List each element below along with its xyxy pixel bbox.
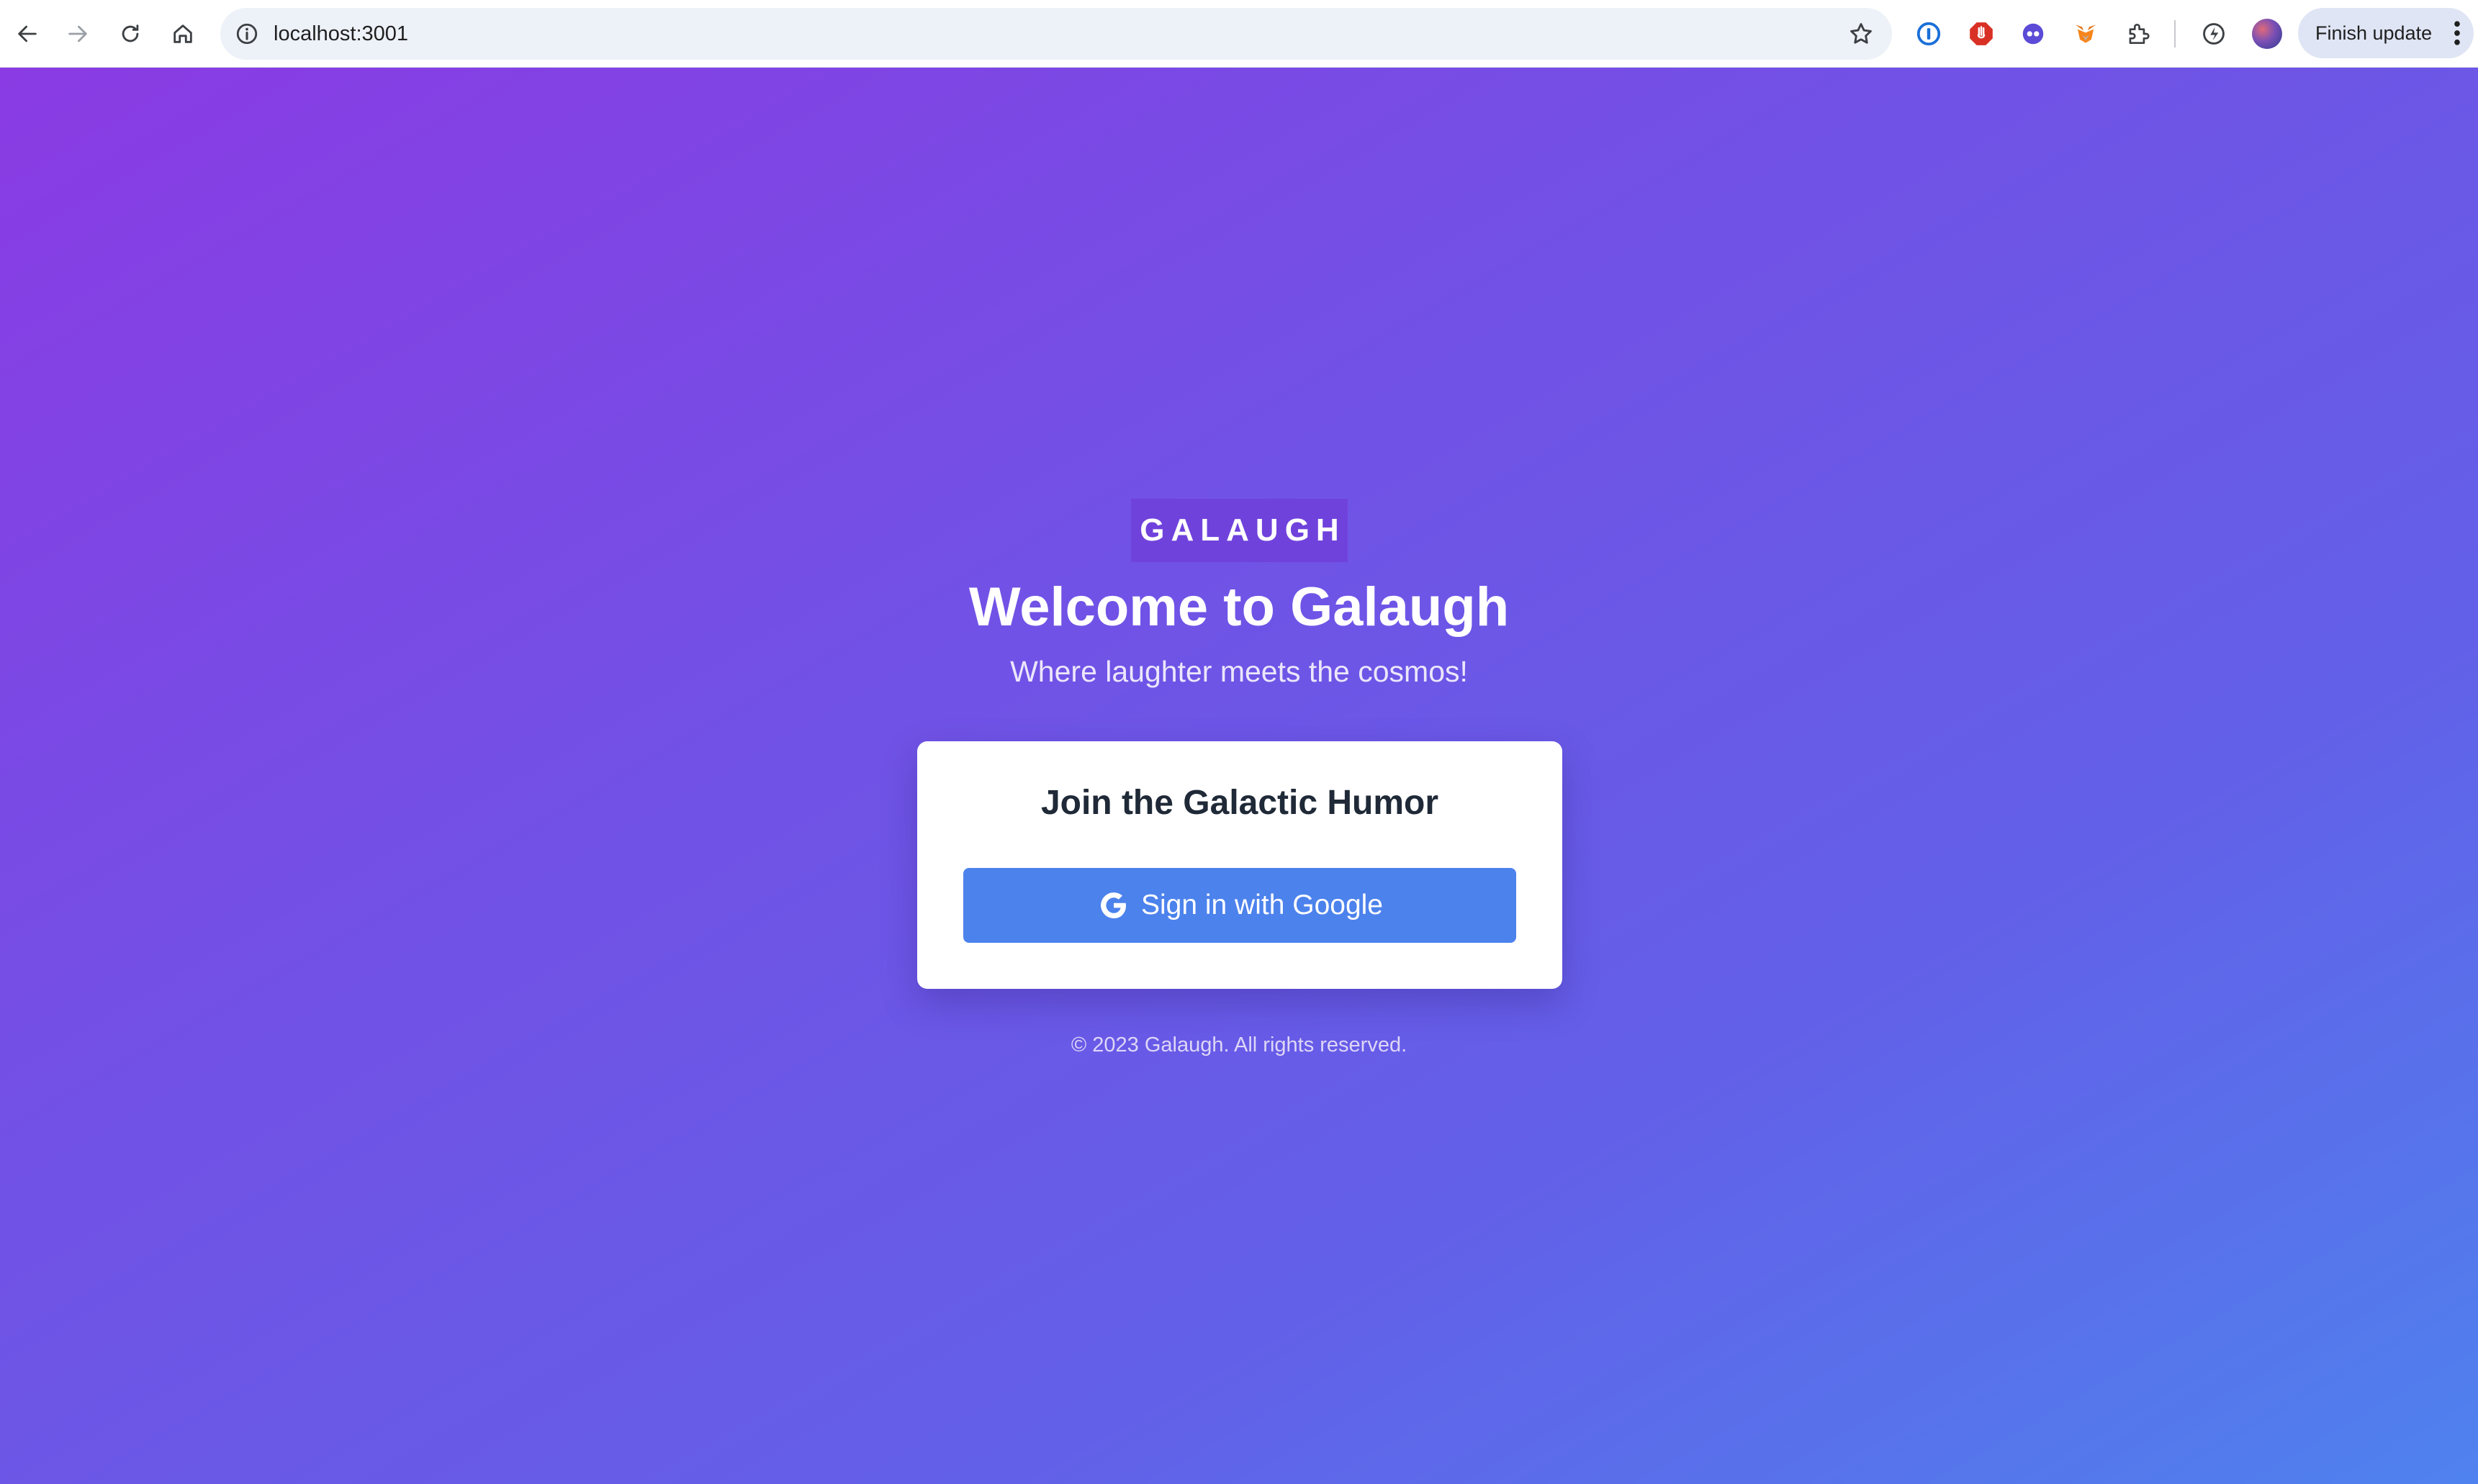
dark-reader-icon bbox=[2022, 23, 2044, 45]
metamask-extension[interactable] bbox=[2069, 17, 2102, 50]
finish-update-button[interactable]: Finish update bbox=[2298, 8, 2474, 58]
puzzle-icon bbox=[2129, 24, 2150, 45]
performance-icon bbox=[2203, 23, 2225, 45]
metamask-icon bbox=[2075, 24, 2096, 43]
home-button[interactable] bbox=[164, 15, 202, 53]
more-vert-icon bbox=[2454, 21, 2460, 45]
performance-button[interactable] bbox=[2197, 17, 2230, 50]
adblock-icon bbox=[1970, 22, 1993, 45]
browser-toolbar: localhost:3001 Finish update bbox=[0, 0, 2478, 68]
sign-in-card: Join the Galactic Humor Sign in with Goo… bbox=[917, 741, 1562, 989]
reload-button[interactable] bbox=[112, 15, 149, 53]
toolbar-divider bbox=[2174, 20, 2176, 47]
reload-icon bbox=[122, 24, 139, 42]
sign-in-label: Sign in with Google bbox=[1140, 890, 1384, 920]
page-background: GALAUGH Welcome to Galaugh Where laughte… bbox=[0, 68, 2478, 1484]
adblock-extension[interactable] bbox=[1965, 17, 1998, 50]
1password-icon bbox=[1916, 22, 1941, 46]
google-g-icon bbox=[1101, 892, 1126, 918]
arrow-right-icon bbox=[68, 25, 87, 42]
forward-button[interactable] bbox=[59, 15, 96, 53]
brand-logo: GALAUGH bbox=[1131, 499, 1348, 562]
back-button[interactable] bbox=[9, 15, 46, 53]
url-text[interactable]: localhost:3001 bbox=[274, 8, 408, 60]
address-bar[interactable]: localhost:3001 bbox=[220, 8, 1892, 60]
profile-avatar[interactable] bbox=[2252, 19, 2282, 49]
finish-update-label: Finish update bbox=[2315, 22, 2433, 44]
brand-text: GALAUGH bbox=[1140, 512, 1346, 548]
home-icon bbox=[174, 24, 192, 43]
1password-extension[interactable] bbox=[1912, 17, 1945, 50]
dark-reader-extension[interactable] bbox=[2017, 17, 2050, 50]
page-subtitle: Where laughter meets the cosmos! bbox=[1010, 655, 1468, 688]
footer-copyright: © 2023 Galaugh. All rights reserved. bbox=[1071, 1033, 1407, 1057]
bookmark-star-icon[interactable] bbox=[1847, 20, 1875, 47]
card-title: Join the Galactic Humor bbox=[1040, 784, 1439, 822]
sign-in-google-button[interactable]: Sign in with Google bbox=[963, 868, 1516, 943]
extensions-menu[interactable] bbox=[2122, 17, 2155, 50]
page-title: Welcome to Galaugh bbox=[968, 576, 1510, 638]
arrow-left-icon bbox=[18, 25, 37, 42]
site-info-icon[interactable] bbox=[235, 22, 259, 46]
